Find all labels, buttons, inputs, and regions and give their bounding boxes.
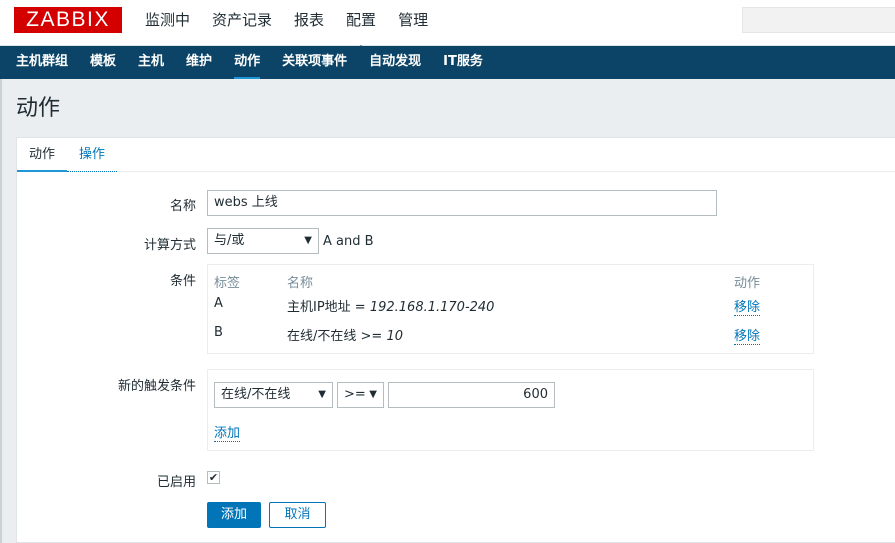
cond-row-label: B — [214, 325, 223, 340]
cond-row-name-text: 主机IP地址 = — [287, 300, 370, 315]
cancel-button[interactable]: 取消 — [269, 502, 326, 528]
new-cond-type-select[interactable]: 在线/不在线 ▼ — [214, 382, 333, 408]
new-cond-operator-select[interactable]: >= ▼ — [337, 382, 384, 408]
cond-row-name: 主机IP地址 = 192.168.1.170-240 — [287, 296, 494, 315]
enabled-label: 已启用 — [156, 475, 196, 490]
main-menu: 监测中 资产记录 报表 配置 管理 — [145, 0, 450, 52]
cond-row-name-text: 在线/不在线 >= — [287, 329, 387, 344]
sub-menu-hosts[interactable]: 主机 — [138, 46, 164, 79]
zabbix-logo[interactable]: ZABBIX — [14, 7, 122, 33]
sub-menu: 主机群组 模板 主机 维护 动作 关联项事件 自动发现 IT服务 — [0, 46, 895, 79]
sub-menu-it-services[interactable]: IT服务 — [443, 46, 483, 79]
tab-bar: 动作 操作 — [17, 138, 895, 172]
check-icon: ✔ — [208, 471, 219, 484]
window-edge — [0, 0, 2, 543]
cond-head-name: 名称 — [287, 276, 314, 291]
calc-label: 计算方式 — [143, 238, 196, 253]
new-condition-label: 新的触发条件 — [117, 379, 196, 394]
enabled-checkbox[interactable]: ✔ — [207, 471, 220, 484]
add-condition-link[interactable]: 添加 — [214, 426, 241, 442]
cond-head-label: 标签 — [214, 276, 241, 291]
chevron-down-icon: ▼ — [318, 389, 326, 400]
name-field[interactable]: webs 上线 — [207, 190, 717, 216]
tab-operations[interactable]: 操作 — [67, 138, 118, 172]
calc-type-value: 与/或 — [214, 233, 245, 248]
cond-row-name: 在线/不在线 >= 10 — [287, 325, 403, 344]
main-menu-configuration[interactable]: 配置 — [346, 0, 376, 52]
chevron-down-icon: ▼ — [304, 235, 312, 246]
tab-action[interactable]: 动作 — [17, 138, 67, 172]
sub-menu-correlation[interactable]: 关联项事件 — [282, 46, 347, 79]
main-menu-reports[interactable]: 报表 — [294, 0, 324, 46]
new-cond-type-value: 在线/不在线 — [221, 387, 291, 402]
main-menu-monitoring[interactable]: 监测中 — [145, 0, 190, 46]
cond-row-remove[interactable]: 移除 — [734, 296, 761, 316]
name-label: 名称 — [169, 199, 196, 214]
sub-menu-actions[interactable]: 动作 — [234, 46, 261, 79]
sub-menu-templates[interactable]: 模板 — [90, 46, 116, 79]
remove-link[interactable]: 移除 — [734, 329, 761, 345]
main-menu-inventory[interactable]: 资产记录 — [212, 0, 272, 46]
form-container: 动作 操作 名称 webs 上线 计算方式 与/或 ▼ A and B 条件 标… — [16, 137, 895, 543]
calc-formula: A and B — [323, 234, 374, 249]
sub-menu-maintenance[interactable]: 维护 — [186, 46, 212, 79]
search-input[interactable] — [742, 7, 895, 33]
new-condition-box: 在线/不在线 ▼ >= ▼ 600 添加 — [207, 369, 814, 451]
conditions-label: 条件 — [169, 274, 196, 289]
calc-type-select[interactable]: 与/或 ▼ — [207, 228, 319, 254]
main-menu-administration[interactable]: 管理 — [398, 0, 428, 46]
remove-link[interactable]: 移除 — [734, 300, 761, 316]
sub-menu-host-groups[interactable]: 主机群组 — [16, 46, 68, 79]
top-bar: ZABBIX 监测中 资产记录 报表 配置 管理 — [0, 0, 895, 52]
new-cond-operator-value: >= — [344, 387, 366, 402]
cond-row-value: 10 — [386, 329, 403, 344]
cond-row-value: 192.168.1.170-240 — [369, 300, 495, 315]
cond-head-action: 动作 — [734, 276, 761, 291]
cond-row-remove[interactable]: 移除 — [734, 325, 761, 345]
page-title: 动作 — [16, 96, 61, 121]
cond-row-label: A — [214, 296, 223, 311]
conditions-table: 标签 名称 动作 A 主机IP地址 = 192.168.1.170-240 移除… — [207, 264, 814, 354]
new-cond-value-field[interactable]: 600 — [388, 382, 555, 408]
sub-menu-discovery[interactable]: 自动发现 — [369, 46, 421, 79]
add-button[interactable]: 添加 — [207, 502, 261, 528]
new-cond-add[interactable]: 添加 — [214, 422, 241, 442]
chevron-down-icon: ▼ — [369, 389, 377, 400]
